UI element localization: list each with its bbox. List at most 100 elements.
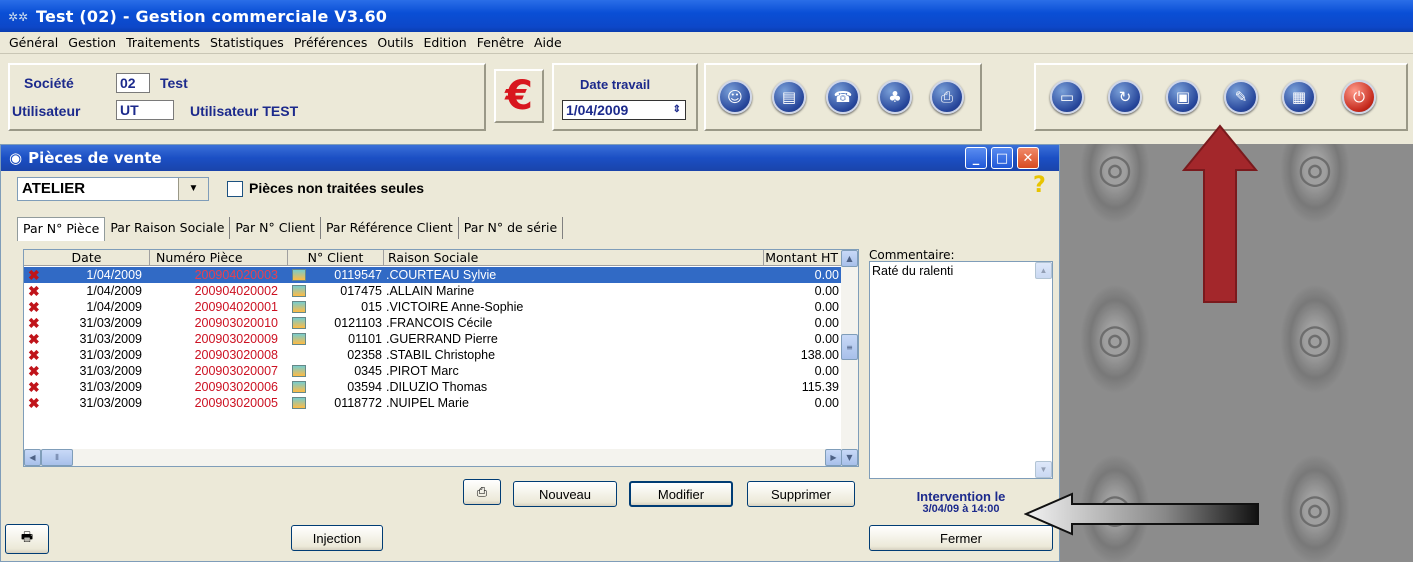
tab-par-reference-client[interactable]: Par Référence Client xyxy=(321,217,459,239)
client-card-icon xyxy=(292,333,306,345)
pieces-table[interactable]: Date Numéro Pièce N° Client Raison Socia… xyxy=(23,249,859,467)
help-icon[interactable]: ? xyxy=(1033,173,1046,198)
scroll-thumb[interactable]: ≡ xyxy=(841,334,858,360)
table-row[interactable]: ✖ 31/03/2009 200903020007 0345 .PIROT Marc 0.… xyxy=(24,363,842,379)
user-code-field[interactable]: UT xyxy=(116,100,174,120)
atelier-combo[interactable]: ATELIER ▼ xyxy=(17,177,209,201)
table-row[interactable]: ✖ 31/03/2009 200903020005 0118772 .NUIPEL Ma… xyxy=(24,395,842,411)
tab-par-numero-piece[interactable]: Par N° Pièce xyxy=(17,217,106,241)
minimize-button[interactable]: _ xyxy=(965,147,987,169)
cell-text: .ALLAIN Marine xyxy=(386,284,475,298)
cell-raison: .DILUZIO Thomas xyxy=(384,379,764,395)
nouveau-button[interactable]: Nouveau xyxy=(513,481,617,507)
users-icon[interactable]: ☺ xyxy=(718,80,752,114)
euro-button[interactable]: € xyxy=(494,69,544,123)
bookmark-icon[interactable]: ▣ xyxy=(1166,80,1200,114)
menu-preferences[interactable]: Préférences xyxy=(289,35,373,50)
cell-text: 1/04/2009 xyxy=(86,300,142,314)
menu-statistiques[interactable]: Statistiques xyxy=(205,35,289,50)
societe-label: Société xyxy=(24,75,74,91)
injection-button[interactable]: Injection xyxy=(291,525,383,551)
menubar: Général Gestion Traitements Statistiques… xyxy=(0,32,1413,54)
annotation-arrow-up xyxy=(1181,124,1259,303)
cell-raison: .ALLAIN Marine xyxy=(384,283,764,299)
document-icon[interactable]: ▤ xyxy=(772,80,806,114)
menu-outils[interactable]: Outils xyxy=(372,35,418,50)
menu-traitements[interactable]: Traitements xyxy=(121,35,205,50)
refresh-icon[interactable]: ↻ xyxy=(1108,80,1142,114)
comment-label: Commentaire: xyxy=(869,248,955,262)
menu-fenetre[interactable]: Fenêtre xyxy=(472,35,529,50)
cell-piece: 200903020008 xyxy=(150,347,288,363)
scroll-up-icon[interactable]: ▲ xyxy=(841,250,858,267)
euro-icon: € xyxy=(505,73,533,119)
scroll-down-icon[interactable]: ▼ xyxy=(841,449,858,466)
vertical-scrollbar[interactable]: ▲ ≡ ▼ xyxy=(841,250,858,466)
scroll-right-icon[interactable]: ▶ xyxy=(825,449,842,466)
cell-raison: .NUIPEL Marie xyxy=(384,395,764,411)
table-row[interactable]: ✖ 1/04/2009 200904020001 015 .VICTOIRE Anne-… xyxy=(24,299,842,315)
tab-par-raison-sociale[interactable]: Par Raison Sociale xyxy=(105,217,231,239)
menu-general[interactable]: Général xyxy=(4,35,63,50)
hscroll-thumb[interactable]: ⦀ xyxy=(41,449,73,466)
tab-par-numero-serie[interactable]: Par N° de série xyxy=(459,217,564,239)
date-field[interactable]: 1/04/2009 ⇕ xyxy=(562,100,686,120)
col-numero-client[interactable]: N° Client xyxy=(288,250,384,266)
cell-text: 115.39 xyxy=(801,380,839,394)
scroll-left-icon[interactable]: ◀ xyxy=(24,449,41,466)
cell-text: 31/03/2009 xyxy=(79,316,142,330)
modifier-button[interactable]: Modifier xyxy=(629,481,733,507)
menu-edition[interactable]: Edition xyxy=(418,35,471,50)
supprimer-button[interactable]: Supprimer xyxy=(747,481,855,507)
tab-par-numero-client[interactable]: Par N° Client xyxy=(230,217,321,239)
col-montant-ht[interactable]: Montant HT xyxy=(764,250,842,266)
col-numero-piece[interactable]: Numéro Pièce xyxy=(150,250,288,266)
notes-icon[interactable]: ✎ xyxy=(1224,80,1258,114)
table-row[interactable]: ✖ 31/03/2009 200903020010 0121103 .FRANCOIS … xyxy=(24,315,842,331)
menu-gestion[interactable]: Gestion xyxy=(63,35,121,50)
cell-piece: 200903020009 xyxy=(150,331,288,347)
cell-text: 0.00 xyxy=(814,364,839,378)
phone-icon[interactable]: ☎ xyxy=(826,80,860,114)
power-icon[interactable]: ⏻ xyxy=(1342,80,1376,114)
societe-code-field[interactable]: 02 xyxy=(116,73,150,93)
cell-piece: 200904020002 xyxy=(150,283,288,299)
cell-piece: 200903020005 xyxy=(150,395,288,411)
col-raison-sociale[interactable]: Raison Sociale xyxy=(384,250,764,266)
menu-aide[interactable]: Aide xyxy=(529,35,567,50)
print-icon[interactable]: ⎙ xyxy=(930,80,964,114)
tab-strip: Par N° Pièce Par Raison Sociale Par N° C… xyxy=(17,217,564,241)
table-row[interactable]: ✖ 1/04/2009 200904020003 0119547 .COURTEAU S… xyxy=(24,267,842,283)
table-row[interactable]: ✖ 31/03/2009 200903020008 02358 .STABIL Chri… xyxy=(24,347,842,363)
delete-status-icon: ✖ xyxy=(28,379,40,395)
cell-text: 200903020005 xyxy=(194,396,278,410)
maximize-button[interactable]: □ xyxy=(991,147,1013,169)
comment-textarea[interactable]: Raté du ralenti ▲ ▼ xyxy=(869,261,1053,479)
table-row[interactable]: ✖ 31/03/2009 200903020009 01101 .GUERRAND Pi… xyxy=(24,331,842,347)
cell-text: 017475 xyxy=(340,284,382,298)
team-icon[interactable]: ♣ xyxy=(878,80,912,114)
monitor-icon[interactable]: ▭ xyxy=(1050,80,1084,114)
non-traitees-checkbox[interactable] xyxy=(227,181,243,197)
cell-piece: 200904020003 xyxy=(150,267,288,283)
chevron-down-icon[interactable]: ▼ xyxy=(178,178,208,200)
comment-scroll-up-icon[interactable]: ▲ xyxy=(1035,262,1052,279)
close-button[interactable]: ✕ xyxy=(1017,147,1039,169)
horizontal-scrollbar[interactable]: ◀ ⦀ ▶ xyxy=(24,449,842,466)
cell-text: 200903020006 xyxy=(194,380,278,394)
date-spin-icon[interactable]: ⇕ xyxy=(673,101,681,119)
cell-text: 200904020003 xyxy=(194,268,278,282)
cell-text: 31/03/2009 xyxy=(79,380,142,394)
table-row[interactable]: ✖ 31/03/2009 200903020006 03594 .DILUZIO Tho… xyxy=(24,379,842,395)
table-row[interactable]: ✖ 1/04/2009 200904020002 017475 .ALLAIN Mari… xyxy=(24,283,842,299)
col-date[interactable]: Date xyxy=(24,250,150,266)
print-preview-button[interactable]: ⎙ xyxy=(463,479,501,505)
tool-button[interactable]: 🖶 xyxy=(5,524,49,554)
cell-date: ✖ 31/03/2009 xyxy=(24,331,150,347)
cell-client: 0118772 xyxy=(288,395,384,411)
delete-status-icon: ✖ xyxy=(28,283,40,299)
cell-raison: .COURTEAU Sylvie xyxy=(384,267,764,283)
comment-scroll-down-icon[interactable]: ▼ xyxy=(1035,461,1052,478)
calculator-icon[interactable]: ▦ xyxy=(1282,80,1316,114)
client-card-icon xyxy=(292,317,306,329)
